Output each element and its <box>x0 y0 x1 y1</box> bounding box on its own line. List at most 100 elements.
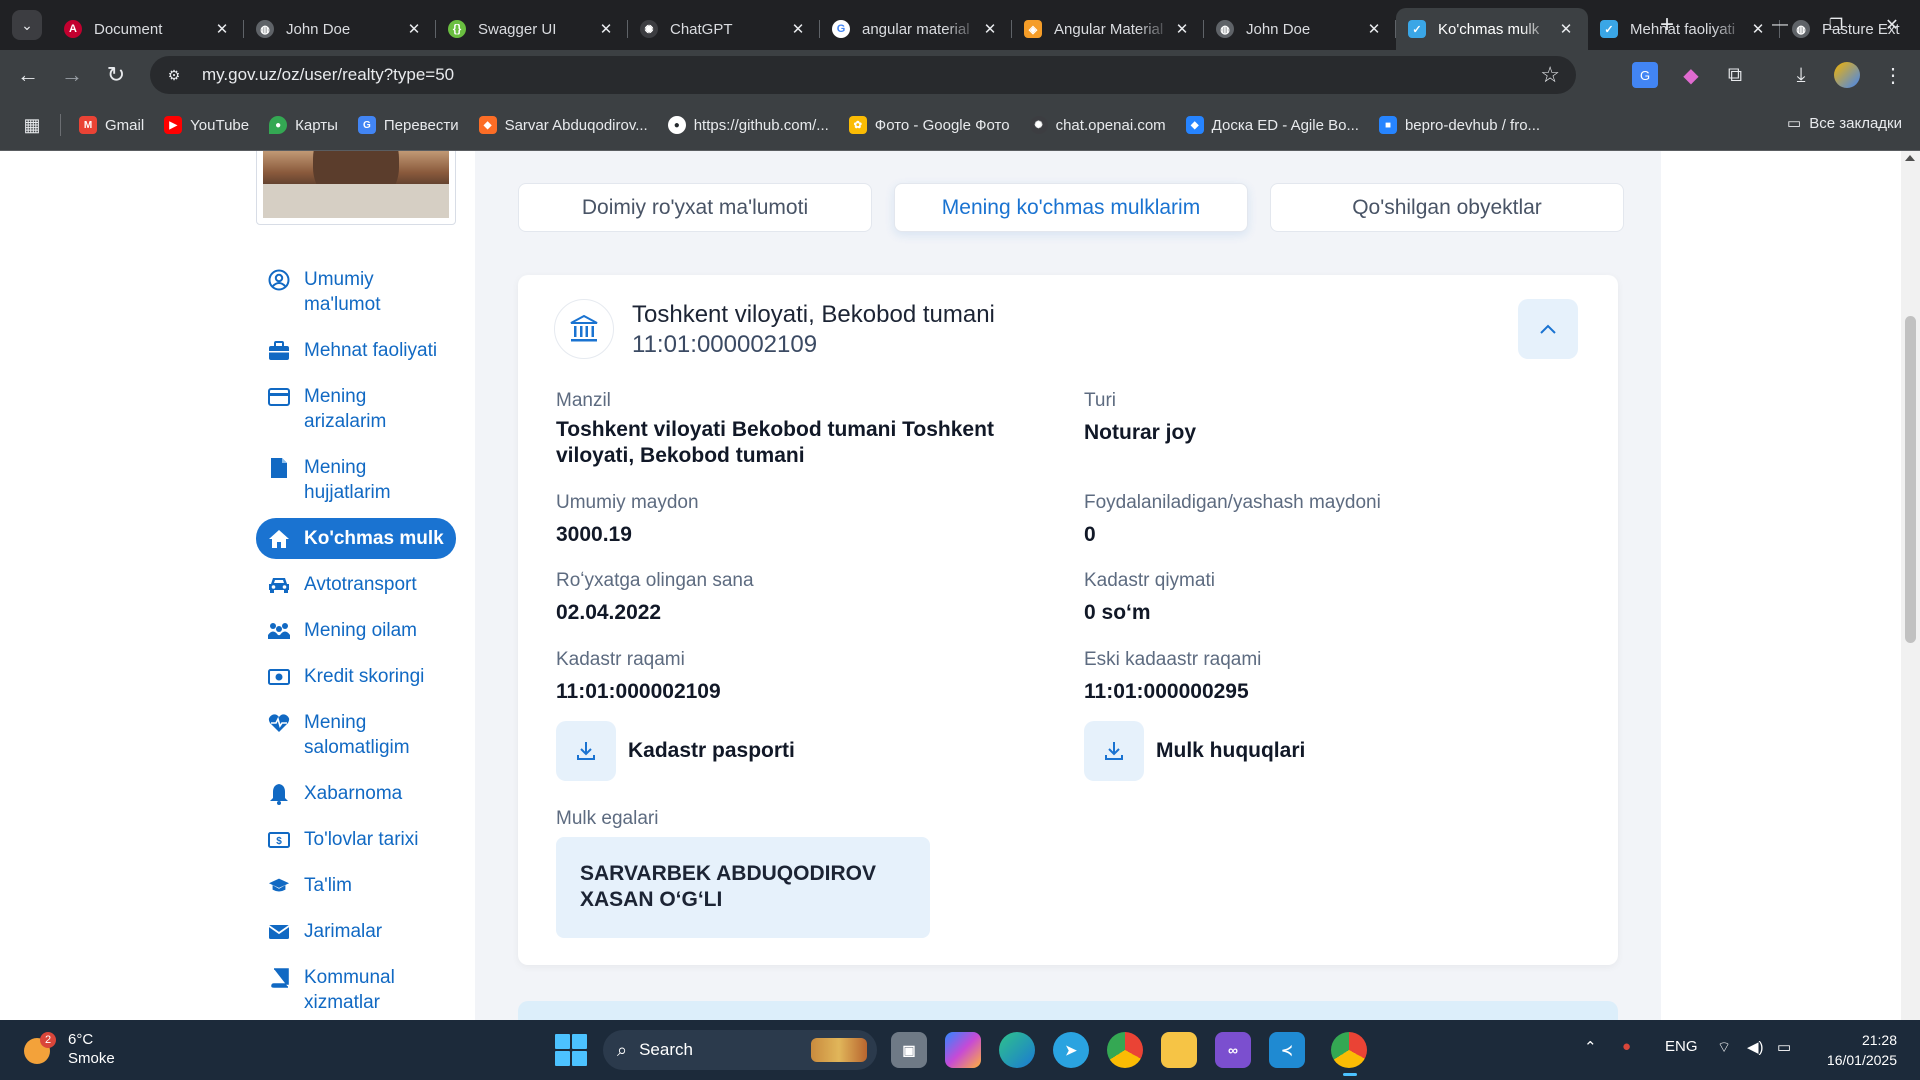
tray-chevron-up-icon[interactable]: ⌃ <box>1584 1038 1597 1056</box>
system-clock[interactable]: 21:28 16/01/2025 <box>1827 1030 1897 1070</box>
bookmark-translate[interactable]: G Перевести <box>357 116 459 134</box>
bookmark-bitbucket[interactable]: ■ bepro-devhub / fro... <box>1378 116 1540 134</box>
vscode-icon[interactable]: ≺ <box>1269 1032 1305 1068</box>
close-icon[interactable]: ✕ <box>980 20 1000 38</box>
back-arrow-icon[interactable]: ← <box>12 59 44 91</box>
bookmark-label: Карты <box>295 116 338 134</box>
battery-icon[interactable]: ▭ <box>1777 1038 1791 1056</box>
close-icon[interactable]: ✕ <box>404 20 424 38</box>
weather-sun-icon: 2 <box>22 1032 56 1066</box>
apps-grid-icon[interactable]: ▦ <box>20 113 44 137</box>
address-bar[interactable]: ⚙ my.gov.uz/oz/user/realty?type=50 ☆ <box>150 56 1576 94</box>
bookmark-photos[interactable]: ✿ Фото - Google Фото <box>848 116 1010 134</box>
old-cadastre-label: Eski kadaastr raqami <box>1084 649 1262 670</box>
sidebar-item-xabarnoma[interactable]: Xabarnoma <box>256 773 456 814</box>
bookmark-gitlab[interactable]: ◆ Sarvar Abduqodirov... <box>478 116 648 134</box>
property-title: Toshkent viloyati, Bekobod tumani <box>632 301 995 328</box>
language-indicator[interactable]: ENG <box>1665 1038 1698 1055</box>
close-window-icon[interactable]: ✕ <box>1864 0 1920 50</box>
collapse-button[interactable] <box>1518 299 1578 359</box>
reload-icon[interactable]: ↻ <box>100 59 132 91</box>
profile-avatar-icon[interactable] <box>1834 62 1860 88</box>
tab-doimiy-royxat[interactable]: Doimiy ro'yxat ma'lumoti <box>518 183 872 232</box>
browser-tab[interactable]: ✺ ChatGPT ✕ <box>628 8 820 50</box>
sidebar-item-kommunal-xizmatlar[interactable]: Kommunal xizmatlar <box>256 957 456 1020</box>
browser-tab[interactable]: ◍ John Doe ✕ <box>1204 8 1396 50</box>
taskbar-search[interactable]: ⌕ Search <box>603 1030 877 1070</box>
next-property-card <box>518 1001 1618 1020</box>
restore-icon[interactable]: ❐ <box>1808 0 1864 50</box>
tab-search-button[interactable]: ⌄ <box>12 10 42 40</box>
sidebar-item-label: Mening arizalarim <box>304 386 387 432</box>
tab-qoshilgan-obyektlar[interactable]: Qo'shilgan obyektlar <box>1270 183 1624 232</box>
windows-start-icon[interactable] <box>555 1034 587 1066</box>
new-tab-button[interactable]: + <box>1652 10 1682 40</box>
menu-kebab-icon[interactable]: ⋮ <box>1880 62 1906 88</box>
close-icon[interactable]: ✕ <box>596 20 616 38</box>
sidebar-item-talim[interactable]: Ta'lim <box>256 865 456 906</box>
page-scrollbar[interactable] <box>1901 151 1920 1020</box>
browser-tab[interactable]: Gangular material ✕ <box>820 8 1012 50</box>
tab-kochmas-mulklarim[interactable]: Mening ko'chmas mulklarim <box>894 183 1248 232</box>
close-icon[interactable]: ✕ <box>1556 20 1576 38</box>
close-icon[interactable]: ✕ <box>212 20 232 38</box>
graduation-cap-icon <box>268 873 290 898</box>
forward-arrow-icon[interactable]: → <box>56 59 88 91</box>
bookmark-maps[interactable]: ● Карты <box>269 116 338 134</box>
bookmark-jira[interactable]: ◆ Доска ED - Agile Bo... <box>1185 116 1359 134</box>
sidebar-item-mehnat-faoliyati[interactable]: Mehnat faoliyati <box>256 330 456 371</box>
bookmark-label: YouTube <box>190 116 250 134</box>
close-icon[interactable]: ✕ <box>1364 20 1384 38</box>
extensions-puzzle-icon[interactable]: ⧉ <box>1722 62 1748 88</box>
sidebar-item-avtotransport[interactable]: Avtotransport <box>256 564 456 605</box>
network-error-icon[interactable]: ● <box>1622 1038 1631 1055</box>
close-icon[interactable]: ✕ <box>1172 20 1192 38</box>
sidebar-item-kochmas-mulk[interactable]: Ko'chmas mulk <box>256 518 456 559</box>
edge-icon[interactable] <box>999 1032 1035 1068</box>
site-info-icon[interactable]: ⚙ <box>156 60 192 90</box>
bookmark-gmail[interactable]: M Gmail <box>79 116 144 134</box>
browser-tab[interactable]: ◈ Angular Material ✕ <box>1012 8 1204 50</box>
sidebar-item-tolovlar-tarixi[interactable]: $ To'lovlar tarixi <box>256 819 456 860</box>
close-icon[interactable]: ✕ <box>788 20 808 38</box>
sidebar-item-mening-arizalarim[interactable]: Mening arizalarim <box>256 376 456 442</box>
url-text[interactable]: my.gov.uz/oz/user/realty?type=50 <box>202 65 454 85</box>
chrome-icon[interactable] <box>1107 1032 1143 1068</box>
wifi-icon[interactable]: ⌔ <box>1717 1038 1731 1057</box>
sidebar-item-mening-oilam[interactable]: Mening oilam <box>256 610 456 651</box>
minimize-icon[interactable]: — <box>1752 0 1808 50</box>
sidebar-item-mening-hujjatlarim[interactable]: Mening hujjatlarim <box>256 447 456 513</box>
bookmark-youtube[interactable]: ▶ YouTube <box>164 116 249 134</box>
copilot-icon[interactable] <box>945 1032 981 1068</box>
property-rights-download[interactable]: Mulk huquqlari <box>1084 721 1305 781</box>
all-bookmarks[interactable]: ▭ Все закладки <box>1787 114 1902 133</box>
sidebar-item-umumiy-malumot[interactable]: Umumiy ma'lumot <box>256 259 456 325</box>
scrollbar-thumb[interactable] <box>1905 316 1916 643</box>
user-circle-icon <box>268 267 290 292</box>
scroll-up-arrow-icon[interactable] <box>1905 155 1915 161</box>
weather-widget[interactable]: 2 6°C Smoke <box>22 1030 115 1068</box>
browser-tab[interactable]: ◍ John Doe ✕ <box>244 8 436 50</box>
sidebar-item-mening-salomatligim[interactable]: Mening salomatligim <box>256 702 456 768</box>
visual-studio-icon[interactable]: ∞ <box>1215 1032 1251 1068</box>
bookmark-star-icon[interactable]: ☆ <box>1540 62 1560 88</box>
download-icon[interactable]: ⤓ <box>1788 62 1814 88</box>
sidebar-item-jarimalar[interactable]: Jarimalar <box>256 911 456 952</box>
sidebar-item-kredit-skoringi[interactable]: Kredit skoringi <box>256 656 456 697</box>
telegram-icon[interactable]: ➤ <box>1053 1032 1089 1068</box>
browser-tab-active[interactable]: ✓ Ko'chmas mulk ✕ <box>1396 8 1588 50</box>
bookmark-github[interactable]: ● https://github.com/... <box>667 116 829 134</box>
extension-color-icon[interactable]: ◆ <box>1678 62 1704 88</box>
file-explorer-icon[interactable] <box>1161 1032 1197 1068</box>
bookmark-chatgpt[interactable]: ✺ chat.openai.com <box>1029 116 1166 134</box>
google-translate-icon[interactable]: G <box>1632 62 1658 88</box>
task-view-icon[interactable]: ▣ <box>891 1032 927 1068</box>
sidebar-item-label: Umumiy ma'lumot <box>304 269 381 315</box>
chrome-active-icon[interactable] <box>1331 1032 1367 1076</box>
browser-tab[interactable]: A Document ✕ <box>52 8 244 50</box>
window-controls: — ❐ ✕ <box>1752 0 1920 50</box>
volume-icon[interactable]: ◀) <box>1747 1038 1764 1056</box>
chatgpt-icon: ✺ <box>640 20 658 38</box>
browser-tab[interactable]: {} Swagger UI ✕ <box>436 8 628 50</box>
cadastre-passport-download[interactable]: Kadastr pasporti <box>556 721 795 781</box>
